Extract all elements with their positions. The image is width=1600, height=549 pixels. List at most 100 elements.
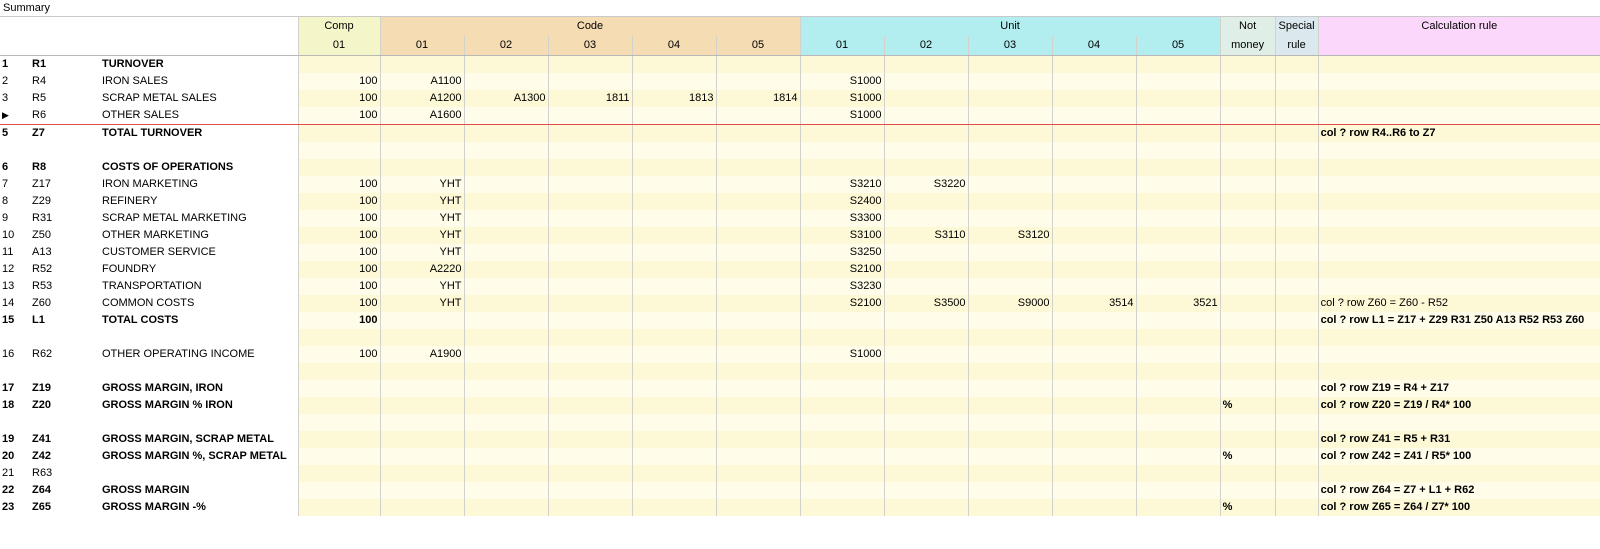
code-cell-3[interactable]: 1811 <box>547 90 632 107</box>
calculation-rule-cell[interactable] <box>1317 261 1600 278</box>
header-not-money-2[interactable]: money <box>1219 36 1276 56</box>
unit-cell-3[interactable] <box>967 73 1053 90</box>
not-money-cell[interactable] <box>1219 55 1276 73</box>
code-cell-4[interactable] <box>631 176 716 193</box>
unit-cell-5[interactable] <box>1135 363 1221 380</box>
code-cell-5[interactable] <box>715 414 801 431</box>
code-cell-4[interactable] <box>631 73 716 90</box>
unit-cell-4[interactable] <box>1051 465 1137 482</box>
row-id[interactable]: R52 <box>30 261 100 278</box>
header-unit-03[interactable]: 03 <box>967 36 1053 56</box>
code-cell-3[interactable] <box>547 482 632 499</box>
unit-cell-3[interactable] <box>967 261 1053 278</box>
unit-cell-2[interactable] <box>883 278 969 295</box>
row-name[interactable]: REFINERY <box>100 193 298 210</box>
unit-cell-3[interactable] <box>967 329 1053 346</box>
code-cell-1[interactable]: A1600 <box>379 107 464 125</box>
row-name[interactable]: OTHER OPERATING INCOME <box>100 346 298 363</box>
header-unit[interactable]: Unit <box>799 16 1221 36</box>
code-cell-1[interactable]: A1200 <box>379 90 464 107</box>
unit-cell-2[interactable] <box>883 414 969 431</box>
row-id[interactable]: R31 <box>30 210 100 227</box>
table-row[interactable]: 19 Z41 GROSS MARGIN, SCRAP METAL col ? row … <box>0 431 1600 448</box>
row-id[interactable]: Z50 <box>30 227 100 244</box>
unit-cell-3[interactable] <box>967 90 1053 107</box>
row-id[interactable]: Z20 <box>30 397 100 414</box>
code-cell-2[interactable] <box>463 142 548 159</box>
calculation-rule-cell[interactable] <box>1317 227 1600 244</box>
unit-cell-3[interactable] <box>967 346 1053 363</box>
unit-cell-3[interactable] <box>967 482 1053 499</box>
row-number[interactable]: 10 <box>0 227 30 244</box>
unit-cell-3[interactable]: S9000 <box>967 295 1053 312</box>
row-name[interactable]: GROSS MARGIN, IRON <box>100 380 298 397</box>
unit-cell-1[interactable] <box>799 55 885 73</box>
row-id[interactable]: Z65 <box>30 499 100 516</box>
row-name[interactable]: TRANSPORTATION <box>100 278 298 295</box>
code-cell-4[interactable] <box>631 380 716 397</box>
unit-cell-1[interactable]: S3100 <box>799 227 885 244</box>
unit-cell-5[interactable] <box>1135 90 1221 107</box>
row-number[interactable] <box>0 363 30 380</box>
not-money-cell[interactable] <box>1219 73 1276 90</box>
table-row[interactable] <box>0 414 1600 431</box>
table-row[interactable] <box>0 142 1600 159</box>
unit-cell-1[interactable]: S2400 <box>799 193 885 210</box>
not-money-cell[interactable] <box>1219 431 1276 448</box>
table-row[interactable]: 17 Z19 GROSS MARGIN, IRON col ? row Z19 = R… <box>0 380 1600 397</box>
row-number[interactable]: 18 <box>0 397 30 414</box>
unit-cell-4[interactable] <box>1051 482 1137 499</box>
unit-cell-2[interactable]: S3500 <box>883 295 969 312</box>
code-cell-3[interactable] <box>547 244 632 261</box>
row-id[interactable]: Z41 <box>30 431 100 448</box>
code-cell-4[interactable] <box>631 295 716 312</box>
row-id[interactable]: R8 <box>30 159 100 176</box>
row-name[interactable]: CUSTOMER SERVICE <box>100 244 298 261</box>
table-row[interactable]: 13 R53 TRANSPORTATION 100 YHT S3230 <box>0 278 1600 295</box>
unit-cell-4[interactable] <box>1051 90 1137 107</box>
unit-cell-4[interactable] <box>1051 227 1137 244</box>
table-row[interactable]: 6 R8 COSTS OF OPERATIONS <box>0 159 1600 176</box>
unit-cell-4[interactable] <box>1051 55 1137 73</box>
code-cell-1[interactable]: YHT <box>379 210 464 227</box>
unit-cell-5[interactable] <box>1135 465 1221 482</box>
unit-cell-1[interactable]: S3300 <box>799 210 885 227</box>
code-cell-2[interactable] <box>463 244 548 261</box>
code-cell-1[interactable] <box>379 124 464 142</box>
row-id[interactable] <box>30 363 100 380</box>
unit-cell-1[interactable] <box>799 124 885 142</box>
comp-cell[interactable]: 100 <box>297 295 380 312</box>
not-money-cell[interactable] <box>1219 124 1276 142</box>
unit-cell-5[interactable] <box>1135 278 1221 295</box>
special-rule-cell[interactable] <box>1274 448 1319 465</box>
unit-cell-4[interactable] <box>1051 312 1137 329</box>
code-cell-5[interactable] <box>715 107 801 125</box>
code-cell-3[interactable] <box>547 107 632 125</box>
unit-cell-1[interactable] <box>799 159 885 176</box>
code-cell-5[interactable] <box>715 499 801 516</box>
code-cell-4[interactable] <box>631 278 716 295</box>
comp-cell[interactable] <box>297 159 380 176</box>
code-cell-3[interactable] <box>547 73 632 90</box>
comp-cell[interactable] <box>297 124 380 142</box>
code-cell-1[interactable]: A2220 <box>379 261 464 278</box>
unit-cell-2[interactable] <box>883 124 969 142</box>
special-rule-cell[interactable] <box>1274 499 1319 516</box>
unit-cell-3[interactable]: S3120 <box>967 227 1053 244</box>
row-name[interactable]: TURNOVER <box>100 55 298 73</box>
unit-cell-3[interactable] <box>967 193 1053 210</box>
special-rule-cell[interactable] <box>1274 295 1319 312</box>
row-id[interactable]: L1 <box>30 312 100 329</box>
code-cell-5[interactable] <box>715 363 801 380</box>
calculation-rule-cell[interactable] <box>1317 90 1600 107</box>
row-number[interactable] <box>0 142 30 159</box>
special-rule-cell[interactable] <box>1274 193 1319 210</box>
comp-cell[interactable] <box>297 431 380 448</box>
code-cell-4[interactable]: 1813 <box>631 90 716 107</box>
not-money-cell[interactable] <box>1219 159 1276 176</box>
code-cell-3[interactable] <box>547 329 632 346</box>
comp-cell[interactable]: 100 <box>297 176 380 193</box>
unit-cell-4[interactable] <box>1051 278 1137 295</box>
row-name[interactable]: TOTAL TURNOVER <box>100 124 298 142</box>
unit-cell-1[interactable] <box>799 329 885 346</box>
